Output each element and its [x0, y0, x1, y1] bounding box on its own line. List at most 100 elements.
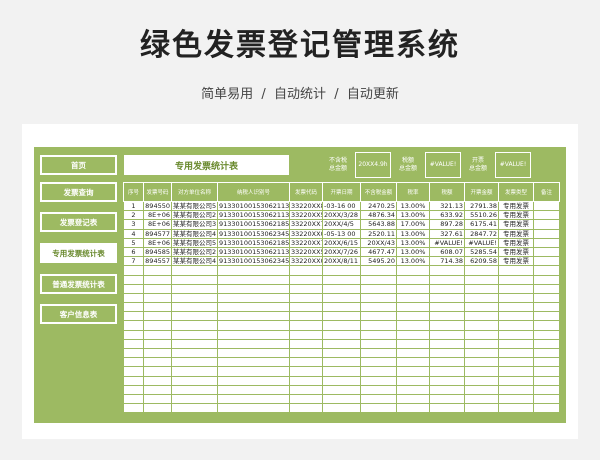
table-cell[interactable] — [143, 403, 172, 414]
table-cell[interactable]: 4876.34 — [360, 210, 397, 221]
table-cell[interactable] — [217, 311, 290, 322]
table-cell[interactable]: -05-13 00 — [322, 228, 361, 239]
table-cell[interactable] — [464, 347, 499, 359]
table-cell[interactable] — [171, 338, 218, 350]
nav-normal-invoice-stats-button[interactable]: 普通发票统计表 — [40, 274, 117, 294]
table-cell[interactable] — [123, 329, 144, 340]
table-cell[interactable]: 专用发票 — [498, 237, 534, 248]
table-cell[interactable] — [123, 338, 144, 350]
table-cell[interactable]: 7 — [123, 256, 144, 267]
table-cell[interactable]: 4 — [123, 228, 144, 239]
table-cell[interactable] — [464, 357, 499, 368]
table-cell[interactable] — [322, 283, 361, 294]
table-cell[interactable] — [123, 375, 144, 386]
table-cell[interactable] — [498, 357, 534, 368]
table-cell[interactable] — [396, 403, 430, 414]
table-cell[interactable] — [217, 384, 290, 395]
table-cell[interactable] — [464, 265, 499, 276]
table-cell[interactable] — [143, 292, 172, 304]
table-cell[interactable]: 1 — [123, 200, 144, 212]
table-cell[interactable]: 2847.72 — [464, 228, 499, 239]
table-cell[interactable] — [464, 311, 499, 322]
table-cell[interactable]: 33220XX5.0 — [289, 246, 323, 258]
table-cell[interactable] — [360, 274, 397, 285]
table-cell[interactable] — [217, 329, 290, 340]
table-cell[interactable] — [171, 283, 218, 294]
table-cell[interactable] — [498, 265, 534, 276]
table-cell[interactable]: 91330100153062185 — [217, 237, 290, 248]
table-cell[interactable] — [464, 320, 499, 331]
table-cell[interactable]: 专用发票 — [498, 256, 534, 267]
table-cell[interactable] — [171, 292, 218, 304]
table-cell[interactable] — [289, 338, 323, 350]
table-cell[interactable] — [143, 393, 172, 405]
table-cell[interactable]: 4677.47 — [360, 246, 397, 258]
table-cell[interactable]: 某某有限公司2 — [171, 246, 218, 258]
table-cell[interactable] — [171, 320, 218, 331]
table-cell[interactable] — [143, 375, 172, 386]
nav-special-invoice-stats-button[interactable]: 专用发票统计表 — [40, 243, 117, 263]
table-cell[interactable] — [360, 329, 397, 340]
table-cell[interactable]: 专用发票 — [498, 246, 534, 258]
table-cell[interactable]: 894577 — [143, 228, 172, 239]
table-cell[interactable] — [217, 375, 290, 386]
table-cell[interactable]: 某某有限公司3 — [171, 219, 218, 230]
table-cell[interactable]: 3 — [123, 219, 144, 230]
table-cell[interactable]: 专用发票 — [498, 200, 534, 212]
table-cell[interactable] — [217, 265, 290, 276]
table-cell[interactable]: 5495.20 — [360, 256, 397, 267]
table-cell[interactable]: 13.00% — [396, 246, 430, 258]
table-cell[interactable]: 321.13 — [429, 200, 465, 212]
table-cell[interactable] — [171, 302, 218, 313]
table-cell[interactable]: 5510.26 — [464, 210, 499, 221]
table-cell[interactable] — [143, 283, 172, 294]
table-cell[interactable] — [464, 384, 499, 395]
table-cell[interactable] — [429, 347, 465, 359]
table-cell[interactable] — [322, 311, 361, 322]
table-cell[interactable] — [533, 256, 560, 267]
table-cell[interactable]: 20XX/7/26 — [322, 246, 361, 258]
table-cell[interactable] — [396, 338, 430, 350]
table-cell[interactable] — [123, 274, 144, 285]
table-cell[interactable]: 91330100153062113 — [217, 200, 290, 212]
table-cell[interactable] — [143, 320, 172, 331]
table-cell[interactable] — [396, 375, 430, 386]
table-cell[interactable] — [143, 347, 172, 359]
table-cell[interactable] — [464, 274, 499, 285]
table-cell[interactable] — [289, 375, 323, 386]
table-cell[interactable] — [143, 384, 172, 395]
table-cell[interactable] — [171, 403, 218, 414]
table-cell[interactable]: 91330100153062113 — [217, 210, 290, 221]
table-cell[interactable] — [322, 302, 361, 313]
table-cell[interactable] — [464, 393, 499, 405]
table-cell[interactable] — [360, 384, 397, 395]
table-cell[interactable] — [322, 403, 361, 414]
table-cell[interactable] — [429, 366, 465, 377]
table-cell[interactable] — [533, 292, 560, 304]
table-cell[interactable]: 专用发票 — [498, 219, 534, 230]
table-cell[interactable] — [123, 384, 144, 395]
table-cell[interactable] — [123, 265, 144, 276]
table-cell[interactable]: 20XX/4/5 — [322, 219, 361, 230]
table-cell[interactable] — [533, 357, 560, 368]
table-cell[interactable]: 8E+06 — [143, 237, 172, 248]
table-cell[interactable] — [360, 338, 397, 350]
table-cell[interactable] — [533, 265, 560, 276]
table-cell[interactable] — [322, 320, 361, 331]
table-cell[interactable] — [289, 366, 323, 377]
table-cell[interactable] — [533, 384, 560, 395]
table-cell[interactable] — [533, 403, 560, 414]
table-cell[interactable] — [289, 347, 323, 359]
table-cell[interactable] — [289, 292, 323, 304]
table-cell[interactable] — [533, 347, 560, 359]
table-cell[interactable] — [533, 283, 560, 294]
table-cell[interactable]: 2470.25 — [360, 200, 397, 212]
table-cell[interactable] — [396, 357, 430, 368]
table-cell[interactable] — [533, 338, 560, 350]
table-cell[interactable]: #VALUE! — [429, 237, 465, 248]
table-cell[interactable] — [322, 366, 361, 377]
table-cell[interactable] — [143, 357, 172, 368]
table-cell[interactable] — [217, 366, 290, 377]
table-cell[interactable] — [464, 292, 499, 304]
table-cell[interactable] — [123, 366, 144, 377]
